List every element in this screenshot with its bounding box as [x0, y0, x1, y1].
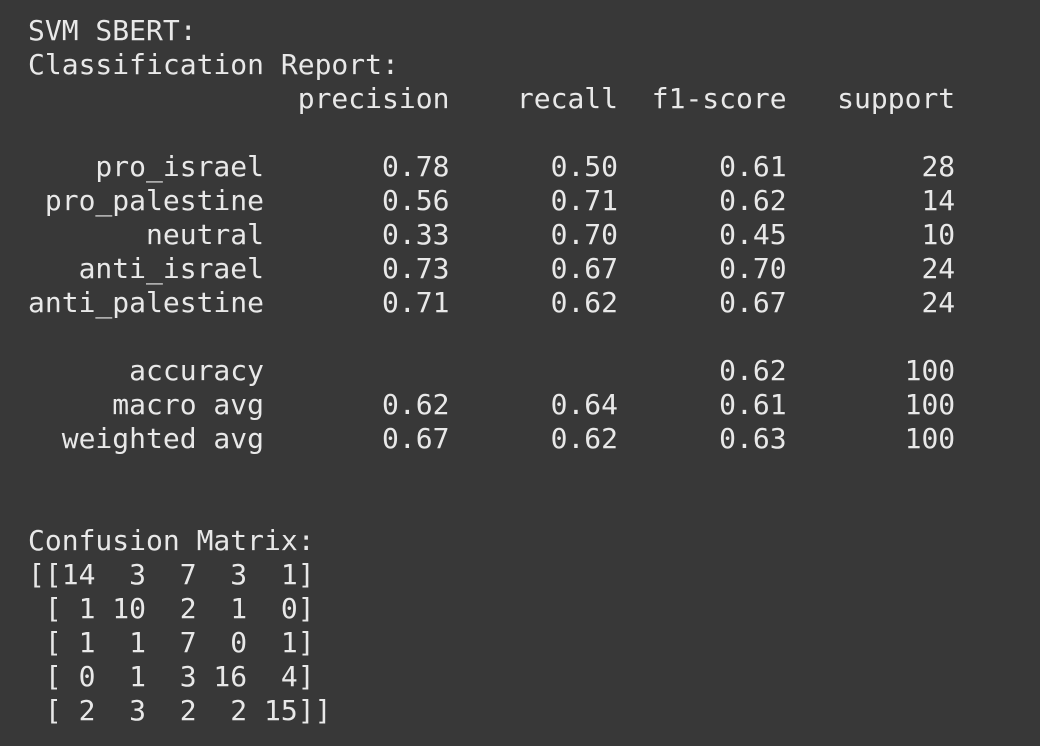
report-row-accuracy: accuracy 0.62 100	[28, 354, 956, 387]
confusion-matrix-row: [ 1 1 7 0 1]	[28, 626, 315, 659]
report-column-headers: precision recall f1-score support	[28, 82, 956, 115]
confusion-matrix-row: [[14 3 7 3 1]	[28, 558, 315, 591]
model-heading: SVM SBERT:	[28, 14, 197, 47]
report-row-pro-israel: pro_israel 0.78 0.50 0.61 28	[28, 150, 956, 183]
confusion-matrix-row: [ 1 10 2 1 0]	[28, 592, 315, 625]
report-row-neutral: neutral 0.33 0.70 0.45 10	[28, 218, 956, 251]
confusion-matrix-row: [ 2 3 2 2 15]]	[28, 694, 332, 727]
console-output: SVM SBERT: Classification Report: precisi…	[28, 14, 955, 728]
confusion-matrix-row: [ 0 1 3 16 4]	[28, 660, 315, 693]
report-row-pro-palestine: pro_palestine 0.56 0.71 0.62 14	[28, 184, 956, 217]
output-cell: { "output": { "lines": [ "SVM SBERT:", "…	[0, 0, 1040, 746]
report-heading: Classification Report:	[28, 48, 399, 81]
report-row-anti-israel: anti_israel 0.73 0.67 0.70 24	[28, 252, 956, 285]
report-row-macro-avg: macro avg 0.62 0.64 0.61 100	[28, 388, 956, 421]
confusion-matrix-heading: Confusion Matrix:	[28, 524, 315, 557]
report-row-anti-palestine: anti_palestine 0.71 0.62 0.67 24	[28, 286, 956, 319]
report-row-weighted-avg: weighted avg 0.67 0.62 0.63 100	[28, 422, 956, 455]
